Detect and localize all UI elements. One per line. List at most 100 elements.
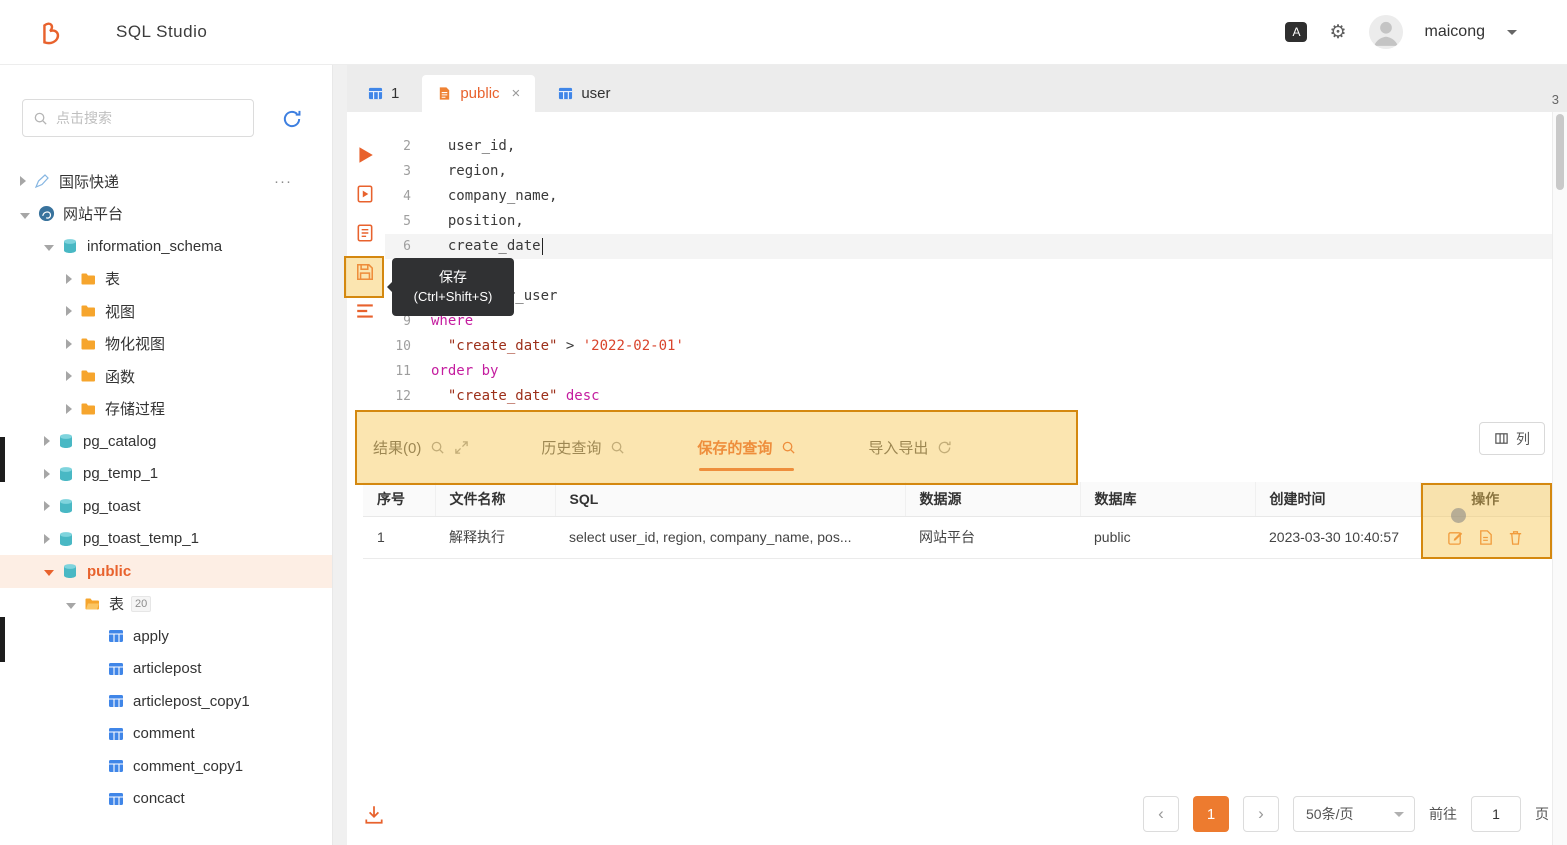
chevron-right-icon[interactable] — [66, 274, 72, 284]
search-icon[interactable] — [430, 440, 445, 455]
tree-item-public[interactable]: public — [0, 555, 332, 588]
tree-item-table-articlepost-copy1[interactable]: articlepost_copy1 — [0, 685, 332, 718]
chevron-right-icon[interactable] — [20, 176, 26, 186]
tab-query-1[interactable]: 1 — [353, 75, 414, 112]
tree-item-table-comment-copy1[interactable]: comment_copy1 — [0, 750, 332, 783]
columns-button[interactable]: 列 — [1479, 422, 1545, 455]
download-icon[interactable] — [363, 803, 385, 825]
search-box[interactable] — [22, 99, 254, 137]
chevron-right-icon[interactable] — [44, 436, 50, 446]
run-icon[interactable] — [355, 145, 377, 167]
page-size-select[interactable]: 50条/页 — [1293, 796, 1415, 832]
search-icon[interactable] — [781, 440, 796, 455]
tree-item-datasource[interactable]: 网站平台 — [0, 198, 332, 231]
tree-item-label: information_schema — [87, 238, 222, 255]
chevron-right-icon[interactable] — [44, 534, 50, 544]
tree-item-label: 存储过程 — [105, 398, 165, 419]
col-header-actions: 操作 — [1420, 482, 1550, 516]
code-text: region, — [411, 159, 507, 184]
tree-item-pg-temp-1[interactable]: pg_temp_1 — [0, 458, 332, 491]
settings-gear-icon[interactable]: ⚙ — [1329, 23, 1346, 42]
code-area[interactable]: 2 user_id, 3 region, 4 company_name, 5 p… — [385, 134, 1567, 409]
chevron-right-icon[interactable] — [44, 469, 50, 479]
save-tooltip: 保存 (Ctrl+Shift+S) — [392, 258, 514, 316]
tree-item-table-articlepost[interactable]: articlepost — [0, 653, 332, 686]
search-icon[interactable] — [610, 440, 625, 455]
goto-page-input[interactable] — [1471, 796, 1521, 832]
tree-item-views-folder[interactable]: 视图 — [0, 295, 332, 328]
table-icon — [108, 758, 125, 775]
columns-icon — [1494, 431, 1509, 446]
close-icon[interactable]: × — [512, 85, 521, 102]
tree-item-label: public — [87, 563, 131, 580]
tab-import-export[interactable]: 导入导出 — [868, 410, 952, 485]
scrollbar-thumb[interactable] — [1556, 114, 1564, 190]
tree-item-label: comment_copy1 — [133, 758, 243, 775]
tree-item-table-concact[interactable]: concact — [0, 783, 332, 816]
chevron-right-icon[interactable] — [66, 371, 72, 381]
tree-item-pg-catalog[interactable]: pg_catalog — [0, 425, 332, 458]
view-sql-icon[interactable] — [1477, 529, 1494, 546]
line-number: 2 — [385, 134, 411, 159]
sync-icon[interactable] — [937, 440, 952, 455]
code-text: company_name, — [411, 184, 557, 209]
tree-item-table-comment[interactable]: comment — [0, 718, 332, 751]
code-text: "create_date" > '2022-02-01' — [411, 334, 684, 359]
left-edge-handle[interactable] — [0, 437, 5, 482]
explain-icon[interactable] — [355, 223, 377, 245]
chevron-right-icon[interactable] — [44, 501, 50, 511]
cell-created: 2023-03-30 10:40:57 — [1255, 516, 1420, 558]
line-number: 12 — [385, 384, 411, 409]
format-icon[interactable] — [355, 301, 377, 323]
tree-item-public-tables-folder[interactable]: 表 20 — [0, 588, 332, 621]
run-selection-icon[interactable] — [355, 184, 377, 206]
chevron-down-icon[interactable] — [66, 603, 76, 609]
page-size-value: 50条/页 — [1306, 804, 1353, 824]
chevron-right-icon[interactable] — [66, 339, 72, 349]
page-number-button[interactable]: 1 — [1193, 796, 1229, 832]
tree-item-pg-toast[interactable]: pg_toast — [0, 490, 332, 523]
save-icon[interactable] — [355, 262, 377, 284]
left-edge-handle[interactable] — [0, 617, 5, 662]
tree-item-connection[interactable]: 国际快递 ··· — [0, 165, 332, 198]
tab-public[interactable]: public × — [422, 75, 535, 112]
tab-label: 1 — [391, 85, 399, 102]
sql-editor[interactable]: 2 user_id, 3 region, 4 company_name, 5 p… — [347, 112, 1567, 410]
results-tab-label: 历史查询 — [541, 437, 601, 458]
tab-saved-queries[interactable]: 保存的查询 — [697, 410, 796, 485]
code-line: 7from — [385, 259, 1567, 284]
edit-icon[interactable] — [1447, 529, 1464, 546]
language-icon[interactable]: A — [1285, 22, 1307, 42]
tree-item-matviews-folder[interactable]: 物化视图 — [0, 328, 332, 361]
more-menu-icon[interactable]: ··· — [274, 173, 292, 190]
chevron-down-icon[interactable] — [44, 570, 54, 576]
code-line: 2 user_id, — [385, 134, 1567, 159]
tree-item-table-apply[interactable]: apply — [0, 620, 332, 653]
tree-item-schema[interactable]: information_schema — [0, 230, 332, 263]
database-icon — [62, 238, 79, 255]
search-icon — [33, 111, 48, 126]
tree-item-functions-folder[interactable]: 函数 — [0, 360, 332, 393]
username[interactable]: maicong — [1425, 23, 1485, 41]
refresh-icon[interactable] — [281, 108, 303, 130]
user-avatar[interactable] — [1369, 15, 1403, 49]
tree-item-procedures-folder[interactable]: 存储过程 — [0, 393, 332, 426]
tree-item-tables-folder[interactable]: 表 — [0, 263, 332, 296]
delete-icon[interactable] — [1507, 529, 1524, 546]
tab-label: public — [460, 85, 499, 102]
tab-history[interactable]: 历史查询 — [541, 410, 625, 485]
tree-item-pg-toast-temp-1[interactable]: pg_toast_temp_1 — [0, 523, 332, 556]
chevron-down-icon[interactable] — [1507, 30, 1517, 40]
connection-icon — [34, 173, 51, 190]
search-input[interactable] — [56, 110, 243, 126]
prev-page-button[interactable]: ‹ — [1143, 796, 1179, 832]
tab-user[interactable]: user — [543, 75, 625, 112]
table-row[interactable]: 1 解释执行 select user_id, region, company_n… — [363, 516, 1550, 558]
tab-results[interactable]: 结果(0) — [373, 410, 469, 485]
expand-icon[interactable] — [454, 440, 469, 455]
next-page-button[interactable]: › — [1243, 796, 1279, 832]
chevron-right-icon[interactable] — [66, 404, 72, 414]
chevron-right-icon[interactable] — [66, 306, 72, 316]
chevron-down-icon[interactable] — [44, 245, 54, 251]
chevron-down-icon[interactable] — [20, 213, 30, 219]
